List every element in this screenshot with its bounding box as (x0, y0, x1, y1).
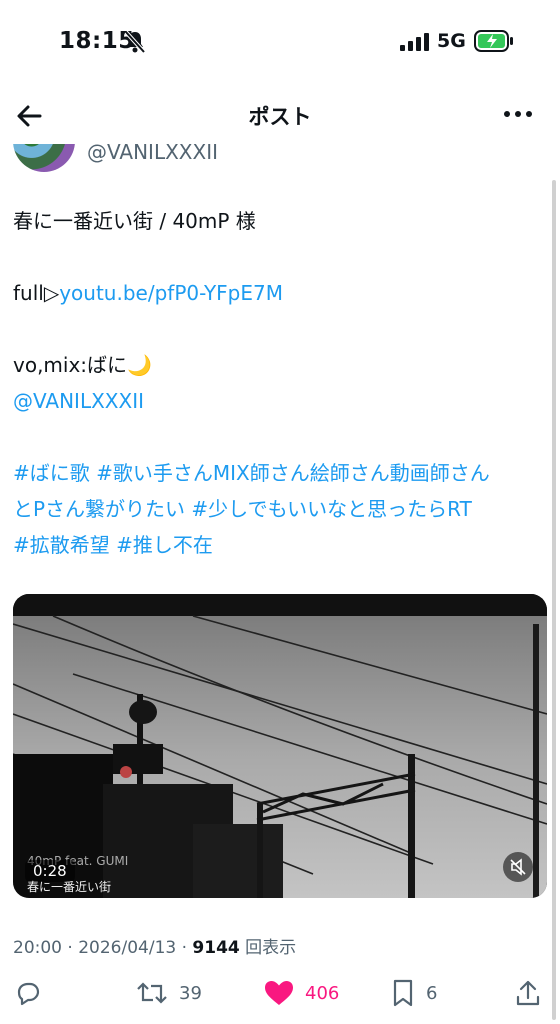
bookmark-button[interactable]: 6 (390, 978, 437, 1008)
retweet-button[interactable]: 39 (135, 978, 202, 1008)
battery-charging-icon (474, 30, 513, 52)
mute-button[interactable] (503, 852, 533, 882)
reply-button[interactable] (13, 978, 43, 1008)
retweet-count: 39 (179, 982, 202, 1004)
meta-separator-1: · (67, 938, 73, 958)
video-frame (13, 594, 547, 898)
speaker-muted-icon (510, 858, 526, 876)
bell-slash-icon (124, 30, 146, 54)
tweet-line-vo-mix: vo,mix:ばに🌙 (13, 353, 152, 377)
tweet-text: 春に一番近い街 / 40mP 様 full▷youtu.be/pfP0-YFpE… (13, 203, 548, 563)
tweet-line-title: 春に一番近い街 / 40mP 様 (13, 209, 256, 233)
retweet-icon (137, 982, 167, 1004)
youtube-link[interactable]: youtu.be/pfP0-YFpE7M (59, 281, 283, 305)
post-date: 2026/04/13 (78, 938, 177, 958)
views-label: 回表示 (245, 938, 297, 958)
more-options-icon[interactable] (500, 102, 536, 126)
tweet-meta: 20:00 · 2026/04/13 · 9144 回表示 (13, 933, 296, 958)
video-caption-title: 春に一番近い街 (27, 880, 112, 894)
nav-header: ポスト (0, 86, 560, 144)
hashtags-line-3[interactable]: #拡散希望 #推し不在 (13, 527, 548, 563)
like-count: 406 (305, 982, 340, 1004)
share-button[interactable] (513, 978, 543, 1008)
mention-link[interactable]: @VANILXXXII (13, 383, 548, 419)
signal-bars-icon (400, 33, 429, 51)
share-icon (516, 980, 540, 1006)
tweet-line-full: full▷youtu.be/pfP0-YFpE7M (13, 275, 548, 311)
heart-filled-icon (265, 981, 293, 1005)
hashtags-line-1[interactable]: #ばに歌 #歌い手さんMIX師さん絵師さん動画師さん (13, 455, 548, 491)
reply-icon (17, 982, 40, 1006)
hashtags-line-2[interactable]: とPさん繋がりたい #少しでもいいなと思ったらRT (13, 491, 548, 527)
bookmark-icon (393, 979, 413, 1007)
views-count: 9144 (192, 938, 240, 958)
network-type: 5G (437, 30, 466, 52)
video-player[interactable]: 40mP feat. GUMI 0:28 春に一番近い街 (13, 594, 547, 898)
action-bar: 39 406 6 (0, 970, 560, 1016)
status-bar: 18:15 5G (0, 0, 560, 86)
scrollbar[interactable] (552, 180, 556, 1020)
meta-separator-2: · (181, 938, 188, 958)
page-title: ポスト (248, 105, 312, 129)
bookmark-count: 6 (426, 982, 438, 1004)
full-prefix: full▷ (13, 281, 60, 305)
like-button[interactable]: 406 (263, 978, 339, 1008)
post-time: 20:00 (13, 938, 62, 958)
